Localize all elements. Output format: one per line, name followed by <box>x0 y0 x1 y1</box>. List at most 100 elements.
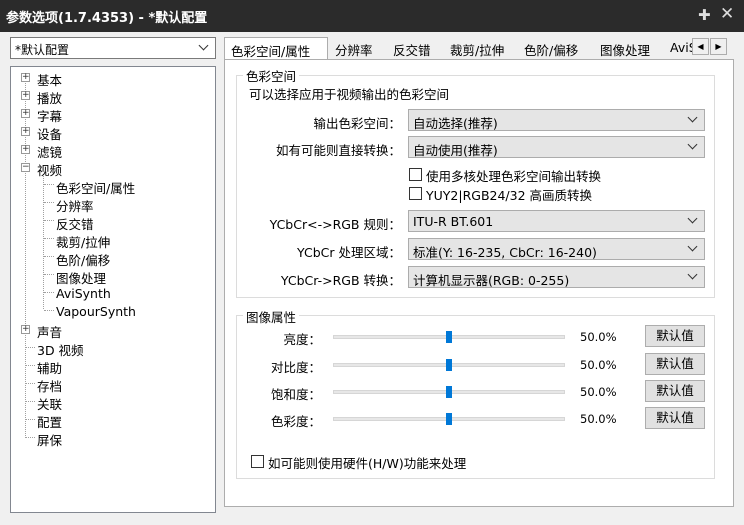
ycbcr-range-select[interactable]: 标准(Y: 16-235, CbCr: 16-240) <box>408 238 705 260</box>
ycbcr-range-label: YCbCr 处理区域： <box>297 245 401 260</box>
tab-scroll-left-icon[interactable]: ◀ <box>692 38 709 55</box>
tree-item-label: 辅助 <box>37 361 63 376</box>
output-colorspace-label: 输出色彩空间： <box>313 116 401 131</box>
chevron-down-icon <box>687 112 698 123</box>
tree-guide-line <box>44 238 54 239</box>
tree-item-label: 视频 <box>37 163 63 178</box>
profile-select[interactable]: *默认配置 <box>10 37 216 59</box>
tree-guide-line <box>26 383 35 384</box>
tree-guide-line <box>44 184 54 185</box>
hue-value: 50.0% <box>580 412 617 426</box>
contrast-label: 对比度： <box>270 360 321 375</box>
expand-icon[interactable]: + <box>21 127 30 136</box>
chevron-down-icon <box>687 269 698 280</box>
saturation-slider-thumb[interactable] <box>446 386 452 398</box>
tree-guide-line <box>26 419 35 420</box>
tree-guide-line <box>26 401 35 402</box>
tab-levels[interactable]: 色阶/偏移 <box>524 37 590 59</box>
tree-guide-line <box>43 174 44 309</box>
hue-default-button[interactable]: 默认值 <box>645 407 705 429</box>
tree-guide-line <box>44 202 54 203</box>
close-icon[interactable]: ✕ <box>720 4 734 24</box>
tree-guide-line <box>44 256 54 257</box>
expand-icon[interactable]: + <box>21 73 30 82</box>
tab-image-processing[interactable]: 图像处理 <box>600 37 660 59</box>
tree-item-label: 基本 <box>37 73 63 88</box>
tree-guide-line <box>44 220 54 221</box>
saturation-label: 饱和度： <box>270 387 321 402</box>
hardware-processing-checkbox[interactable] <box>251 455 264 468</box>
tree-item-label: VapourSynth <box>56 304 136 319</box>
ycbcr-rule-label: YCbCr<->RGB 规则： <box>269 217 401 232</box>
tree-item-label: 分辨率 <box>56 199 94 214</box>
saturation-default-button[interactable]: 默认值 <box>645 380 705 402</box>
ycbcr-conversion-value: 计算机显示器(RGB: 0-255) <box>413 273 570 288</box>
tree-item-label: 图像处理 <box>56 271 107 286</box>
expand-icon[interactable]: + <box>21 325 30 334</box>
tab-scroll-right-icon[interactable]: ▶ <box>710 38 727 55</box>
ycbcr-conversion-label: YCbCr->RGB 转换： <box>280 273 401 288</box>
colorspace-description: 可以选择应用于视频输出的色彩空间 <box>249 87 450 102</box>
ycbcr-conversion-select[interactable]: 计算机显示器(RGB: 0-255) <box>408 266 705 288</box>
tree-item-label: 屏保 <box>37 433 63 448</box>
tree-item-label: 存档 <box>37 379 63 394</box>
tree-guide-line <box>44 310 54 311</box>
hue-slider-thumb[interactable] <box>446 413 452 425</box>
contrast-value: 50.0% <box>580 358 617 372</box>
colorspace-group-title: 色彩空间 <box>243 66 300 85</box>
chevron-down-icon <box>687 213 698 224</box>
expand-icon[interactable]: + <box>21 91 30 100</box>
chevron-down-icon <box>687 241 698 252</box>
tree-item-label: 关联 <box>37 397 63 412</box>
brightness-label: 亮度： <box>283 332 321 347</box>
multicore-checkbox[interactable] <box>409 168 422 181</box>
brightness-value: 50.0% <box>580 330 617 344</box>
tree-guide-line <box>26 347 35 348</box>
tab-scroll: ◀ ▶ <box>692 38 728 56</box>
contrast-default-button[interactable]: 默认值 <box>645 353 705 375</box>
expand-icon[interactable]: + <box>21 109 30 118</box>
direct-conversion-select[interactable]: 自动使用(推荐) <box>408 136 705 158</box>
contrast-slider-thumb[interactable] <box>446 359 452 371</box>
pin-icon[interactable]: ✚ <box>698 6 711 24</box>
chevron-down-icon <box>198 40 209 51</box>
tree-guide-line <box>44 292 54 293</box>
window-title: 参数选项(1.7.4353) - *默认配置 <box>6 11 208 26</box>
image-properties-group-title: 图像属性 <box>243 307 300 326</box>
tree-item-label: 裁剪/拉伸 <box>56 235 111 250</box>
ycbcr-rule-select[interactable]: ITU-R BT.601 <box>408 210 705 232</box>
tree-item-label: 字幕 <box>37 109 63 124</box>
tree-item-label: 播放 <box>37 91 63 106</box>
tree-item-label: 滤镜 <box>37 145 63 160</box>
tree-item-label: 色彩空间/属性 <box>56 181 136 196</box>
profile-select-value: *默认配置 <box>15 43 70 57</box>
tab-colorspace[interactable]: 色彩空间/属性 <box>224 37 328 60</box>
ycbcr-rule-value: ITU-R BT.601 <box>413 214 494 229</box>
brightness-slider-thumb[interactable] <box>446 331 452 343</box>
tab-crop[interactable]: 裁剪/拉伸 <box>450 37 516 59</box>
tree-guide-line <box>44 274 54 275</box>
tree-item-label: AviSynth <box>56 286 111 301</box>
tab-deinterlace[interactable]: 反交错 <box>393 37 443 59</box>
tab-avisynth[interactable]: AviS <box>670 37 692 59</box>
collapse-icon[interactable]: − <box>21 163 30 172</box>
tree-item-label: 色阶/偏移 <box>56 253 111 268</box>
saturation-value: 50.0% <box>580 385 617 399</box>
tree-guide-line <box>26 437 35 438</box>
direct-conversion-label: 如有可能则直接转换： <box>275 143 401 158</box>
chevron-down-icon <box>687 139 698 150</box>
title-bar: 参数选项(1.7.4353) - *默认配置 ✚ ✕ <box>0 0 744 32</box>
direct-conversion-value: 自动使用(推荐) <box>413 143 498 158</box>
expand-icon[interactable]: + <box>21 145 30 154</box>
ycbcr-range-value: 标准(Y: 16-235, CbCr: 16-240) <box>413 245 597 260</box>
hardware-processing-label: 如可能则使用硬件(H/W)功能来处理 <box>268 456 467 471</box>
tree-item-label: 配置 <box>37 415 63 430</box>
yuy2-checkbox-label: YUY2|RGB24/32 高画质转换 <box>426 188 593 203</box>
brightness-default-button[interactable]: 默认值 <box>645 325 705 347</box>
tree-guide-line <box>26 365 35 366</box>
output-colorspace-select[interactable]: 自动选择(推荐) <box>408 109 705 131</box>
settings-tree[interactable]: + 基本 + 播放 + 字幕 + 设备 + 滤镜 − 视频 色彩空间/属性 分辨… <box>10 66 216 513</box>
yuy2-checkbox[interactable] <box>409 187 422 200</box>
tree-item-label: 反交错 <box>56 217 94 232</box>
tab-resolution[interactable]: 分辨率 <box>335 37 385 59</box>
